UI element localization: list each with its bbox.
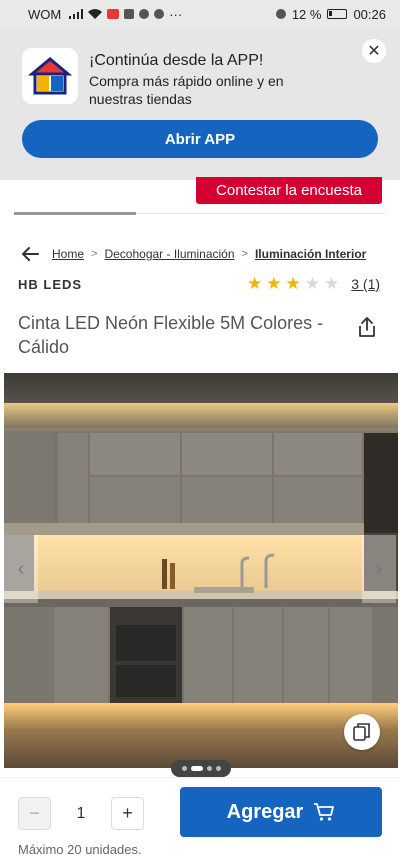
breadcrumb-home[interactable]: Home xyxy=(52,247,84,261)
max-units-note: Máximo 20 unidades. xyxy=(18,842,142,857)
next-image-button[interactable]: › xyxy=(362,535,396,603)
star-filled-icon: ★ xyxy=(247,274,263,293)
battery-label: 12 % xyxy=(291,6,322,22)
app-notification-icon xyxy=(107,9,120,19)
messenger-icon xyxy=(154,9,165,19)
breadcrumb-separator: > xyxy=(241,248,248,260)
whatsapp-icon xyxy=(139,9,150,19)
chevron-left-icon: ‹ xyxy=(17,557,25,580)
compare-icon xyxy=(353,723,370,741)
rating-count[interactable]: 3 (1) xyxy=(351,276,380,292)
open-app-button[interactable]: Abrir APP xyxy=(22,120,378,158)
star-empty-icon: ★ xyxy=(304,274,320,293)
breadcrumb-subcategory[interactable]: Iluminación Interior xyxy=(255,247,366,261)
star-filled-icon: ★ xyxy=(266,274,282,293)
product-rating[interactable]: ★ ★ ★ ★ ★ 3 (1) xyxy=(247,275,380,293)
quantity-decrease-button[interactable]: − xyxy=(18,797,51,830)
banner-subtitle: Compra más rápido online y en nuestras t… xyxy=(89,73,284,107)
breadcrumb-separator: > xyxy=(91,248,98,260)
back-arrow-icon[interactable] xyxy=(20,246,40,262)
breadcrumb: Home > Decohogar - Iluminación > Ilumina… xyxy=(20,246,366,262)
app-logo-icon xyxy=(22,48,78,104)
cart-icon xyxy=(314,803,335,821)
quantity-value[interactable]: 1 xyxy=(51,797,111,830)
wifi-icon xyxy=(88,8,103,19)
status-bar: WOM ··· 12 % 00:26 xyxy=(0,0,400,28)
carousel-dot[interactable] xyxy=(206,766,212,771)
carousel-dot[interactable] xyxy=(181,766,187,771)
quantity-increase-button[interactable]: + xyxy=(111,797,144,830)
alarm-icon xyxy=(275,9,286,19)
sim-icon xyxy=(124,9,135,19)
product-brand[interactable]: HB LEDS xyxy=(18,277,82,292)
tab-indicator xyxy=(14,212,136,215)
app-banner: ¡Continúa desde la APP! Compra más rápid… xyxy=(0,28,400,180)
product-image[interactable] xyxy=(4,373,398,768)
product-title: Cinta LED Neón Flexible 5M Colores - Cál… xyxy=(18,313,324,357)
clock: 00:26 xyxy=(353,6,386,22)
bottom-bar-divider xyxy=(0,777,400,778)
kitchen-photo xyxy=(4,373,398,768)
breadcrumb-category[interactable]: Decohogar - Iluminación xyxy=(104,247,234,261)
close-banner-button[interactable]: ✕ xyxy=(362,39,386,63)
star-empty-icon: ★ xyxy=(324,274,340,293)
carousel-dot[interactable] xyxy=(215,766,221,771)
carrier-label: WOM xyxy=(28,6,62,22)
survey-button[interactable]: Contestar la encuesta xyxy=(196,177,382,204)
add-to-cart-label: Agregar xyxy=(226,800,304,823)
share-icon[interactable] xyxy=(356,316,378,338)
notification-icons: ··· xyxy=(69,7,182,22)
chevron-right-icon: › xyxy=(375,557,383,580)
compare-button[interactable] xyxy=(344,714,380,750)
add-to-cart-button[interactable]: Agregar xyxy=(180,787,382,837)
battery-icon xyxy=(327,9,348,19)
more-notifications-icon: ··· xyxy=(169,6,183,22)
star-filled-icon: ★ xyxy=(285,274,301,293)
prev-image-button[interactable]: ‹ xyxy=(4,535,38,603)
image-carousel-indicator xyxy=(171,760,231,777)
signal-icon xyxy=(69,9,84,19)
banner-title: ¡Continúa desde la APP! xyxy=(89,52,264,69)
carousel-dot-active[interactable] xyxy=(190,766,203,771)
close-icon: ✕ xyxy=(367,43,381,60)
